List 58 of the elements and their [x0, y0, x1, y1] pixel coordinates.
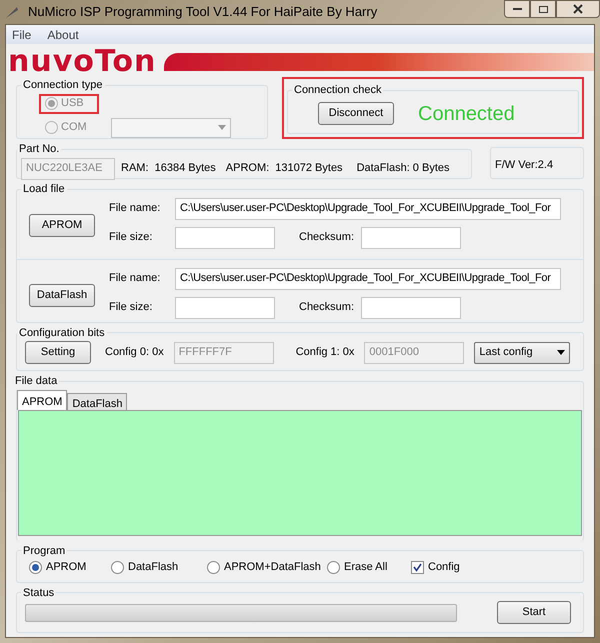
radio-label: USB — [61, 96, 84, 112]
menu-item[interactable]: About — [47, 26, 79, 44]
maximize-button[interactable] — [530, 0, 556, 18]
text-field[interactable] — [361, 226, 461, 248]
file-type-button[interactable]: APROM — [29, 214, 95, 236]
start-button[interactable]: Start — [497, 601, 571, 624]
text-field[interactable]: C:\Users\user.user-PC\Desktop\Upgrade_Tool_For_XCUBEII\Upgrade_Tool_For — [175, 268, 561, 290]
tab[interactable]: APROM — [17, 390, 68, 410]
disconnect-button[interactable]: Disconnect — [318, 102, 394, 125]
field-label: DataFlash: 0 Bytes — [356, 161, 450, 176]
config-dropdown[interactable]: Last config — [474, 342, 570, 364]
option-label: Erase All — [344, 560, 388, 575]
close-button[interactable] — [556, 0, 600, 18]
option-label: APROM — [46, 560, 86, 575]
field-label: F/W Ver:2.4 — [495, 159, 554, 171]
group-label: Status — [22, 586, 56, 600]
field-label: File size: — [109, 230, 154, 246]
field-label: APROM: 131072 Bytes — [226, 161, 343, 176]
text-field[interactable] — [175, 296, 275, 318]
option-label: DataFlash — [128, 560, 178, 575]
radio-button[interactable] — [207, 560, 220, 574]
caret-icon — [557, 350, 566, 355]
minimize-button[interactable] — [504, 0, 530, 18]
field-label: RAM: 16384 Bytes — [121, 161, 216, 176]
group-label: Part No. — [18, 142, 60, 157]
option-label: Config — [428, 560, 460, 575]
window-title: NuMicro ISP Programming Tool V1.44 For HaiPaite By Harry — [28, 3, 378, 22]
text-field[interactable] — [361, 296, 461, 318]
text-field[interactable] — [175, 226, 275, 248]
option-label: APROM+DataFlash — [224, 560, 321, 575]
group-label: Configuration bits — [18, 326, 106, 340]
field-label: File size: — [109, 300, 154, 316]
radio-button[interactable] — [327, 560, 340, 574]
logo: nuvoTon — [7, 47, 158, 77]
group-label: Connection type — [22, 78, 104, 93]
connection-status: Connected — [418, 102, 515, 126]
radio-button[interactable] — [29, 560, 42, 574]
radio-label: COM — [61, 120, 87, 136]
close-icon — [573, 4, 583, 14]
field-label: Checksum: — [298, 300, 356, 316]
tab[interactable]: DataFlash — [67, 392, 128, 410]
field-label: Checksum: — [298, 230, 356, 246]
setting-button[interactable]: Setting — [25, 341, 91, 364]
field-label: Config 0: 0x — [105, 345, 164, 360]
menu-item[interactable]: File — [12, 26, 32, 44]
group-label: Program — [22, 544, 66, 558]
field-label: File name: — [109, 201, 162, 216]
group-label: Connection check — [293, 83, 382, 98]
check-icon — [413, 562, 422, 572]
group-label: File data — [14, 374, 58, 389]
group-label: Load file — [22, 182, 66, 197]
checkbox[interactable] — [411, 560, 424, 574]
radio-button[interactable] — [111, 560, 124, 574]
file-type-button[interactable]: DataFlash — [29, 284, 95, 306]
text-field[interactable]: C:\Users\user.user-PC\Desktop\Upgrade_Tool_For_XCUBEII\Upgrade_Tool_For — [175, 198, 561, 220]
field-label: File name: — [109, 271, 162, 286]
field-label: Config 1: 0x — [296, 345, 354, 360]
caret-icon — [218, 125, 226, 130]
